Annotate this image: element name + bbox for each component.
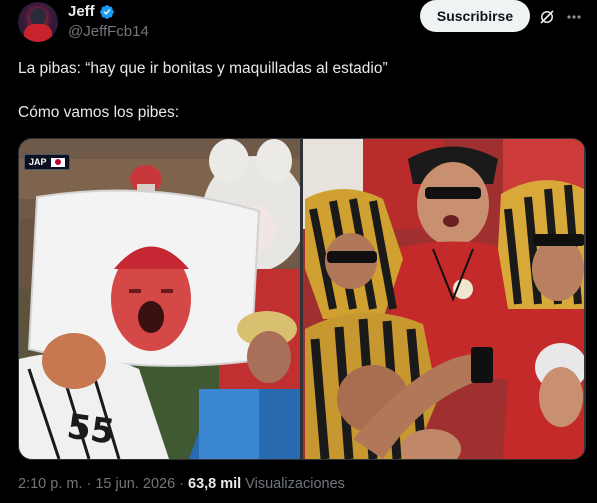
tweet-header: Jeff @JeffFcb14 Suscribirse	[18, 0, 585, 48]
views-label: Visualizaciones	[245, 476, 345, 492]
grok-icon[interactable]	[538, 8, 556, 26]
tweet-text: La pibas: “hay que ir bonitas y maquilla…	[18, 58, 578, 124]
name-row: Jeff	[68, 3, 115, 20]
avatar-body	[24, 24, 52, 42]
photo-left-illustration: 55	[19, 139, 300, 459]
tweet-text-line-1: La pibas: “hay que ir bonitas y maquilla…	[18, 60, 388, 77]
media-grid[interactable]: 55 JAP	[18, 138, 586, 460]
tweet-meta: 2:10 p. m. · 15 jun. 2026 · 63,8 mil Vis…	[18, 476, 345, 492]
views-count: 63,8 mil	[188, 476, 242, 492]
avatar[interactable]	[18, 2, 58, 42]
author-handle[interactable]: @JeffFcb14	[68, 23, 149, 40]
photo-right-egypt-fans[interactable]	[303, 139, 584, 459]
tweet-date[interactable]: 15 jun. 2026	[95, 476, 175, 492]
japan-flag-icon	[50, 157, 65, 167]
tweet-text-line-2: Cómo vamos los pibes:	[18, 104, 180, 121]
photo-right-illustration	[303, 139, 584, 459]
svg-text:55: 55	[64, 407, 116, 453]
meta-separator: ·	[86, 476, 92, 492]
meta-separator-2: ·	[179, 476, 184, 492]
author-display-name[interactable]: Jeff	[68, 3, 95, 20]
verified-badge-icon	[99, 4, 114, 19]
score-badge: JAP	[24, 154, 70, 170]
subscribe-button[interactable]: Suscribirse	[420, 0, 530, 32]
score-badge-team: JAP	[29, 157, 47, 167]
photo-left-japan-fan[interactable]: 55 JAP	[19, 139, 300, 459]
more-icon[interactable]	[566, 6, 582, 26]
tweet-time[interactable]: 2:10 p. m.	[18, 476, 82, 492]
